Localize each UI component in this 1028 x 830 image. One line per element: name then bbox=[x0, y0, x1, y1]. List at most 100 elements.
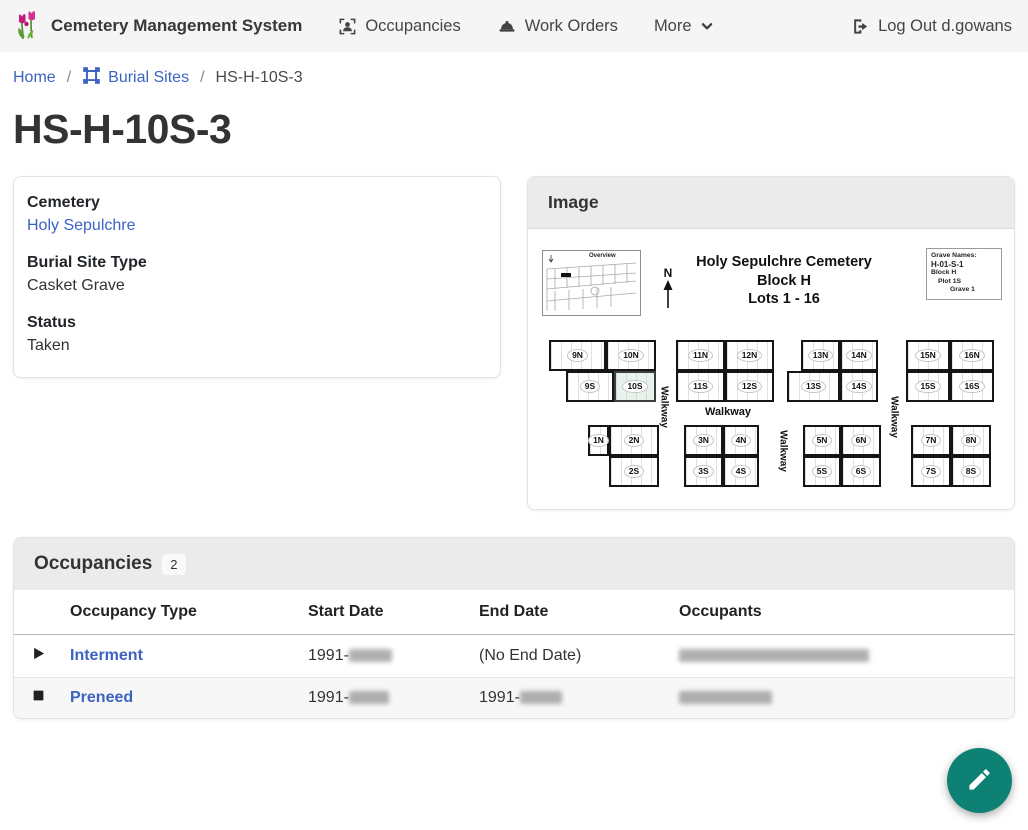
preneed-link[interactable]: Preneed bbox=[70, 689, 133, 706]
main-nav: Occupancies Work Orders More bbox=[338, 17, 713, 36]
legend-line: H-01-S-1 bbox=[931, 261, 997, 270]
plot-cell-4s: 4S bbox=[723, 456, 759, 487]
plot-cell-15n: 15N bbox=[906, 340, 950, 371]
plot-cell-11s: 11S bbox=[676, 371, 725, 402]
plot-cell-5s: 5S bbox=[803, 456, 841, 487]
field-burial-site-type: Burial Site Type Casket Grave bbox=[27, 251, 487, 298]
start-date-value: 1991- bbox=[308, 647, 349, 664]
nav-right: Log Out d.gowans bbox=[851, 17, 1012, 36]
nav-item-work-orders[interactable]: Work Orders bbox=[497, 17, 618, 36]
table-header-row: Occupancy Type Start Date End Date Occup… bbox=[14, 590, 1014, 635]
top-navbar: Cemetery Management System Occupancies bbox=[0, 0, 1028, 52]
grave-names-legend: Grave Names: H-01-S-1 Block H Plot 1S Gr… bbox=[926, 248, 1002, 300]
plot-cell-11n: 11N bbox=[676, 340, 725, 371]
plot-cell-15s: 15S bbox=[906, 371, 950, 402]
interment-link[interactable]: Interment bbox=[70, 647, 143, 664]
plot-cell-9n: 9N bbox=[549, 340, 606, 371]
cemetery-link[interactable]: Holy Sepulchre bbox=[27, 217, 136, 234]
plot-cell-1n: 1N bbox=[588, 425, 609, 456]
hard-hat-icon bbox=[497, 17, 517, 36]
chevron-down-icon bbox=[700, 19, 714, 33]
plot-cell-10n: 10N bbox=[606, 340, 656, 371]
burial-site-details-card: Cemetery Holy Sepulchre Burial Site Type… bbox=[13, 176, 501, 378]
status-icon-column bbox=[14, 590, 62, 635]
image-card-header: Image bbox=[528, 177, 1014, 229]
cemetery-label: Cemetery bbox=[27, 191, 487, 214]
occupancies-icon bbox=[338, 17, 357, 36]
logout-link[interactable]: Log Out d.gowans bbox=[851, 17, 1012, 36]
walkway-label: Walkway bbox=[659, 386, 670, 428]
occupancies-section: Occupancies 2 Occupancy Type Start Date … bbox=[13, 537, 1015, 719]
plot-cell-16s: 16S bbox=[950, 371, 994, 402]
plot-cell-8s: 8S bbox=[951, 456, 991, 487]
plot-cell-14s: 14S bbox=[840, 371, 878, 402]
redacted-text bbox=[349, 691, 389, 704]
cemetery-block-map: Overview N bbox=[542, 243, 1002, 495]
stop-icon bbox=[32, 689, 45, 706]
plot-cell-12s: 12S bbox=[725, 371, 774, 402]
plot-cell-7n: 7N bbox=[911, 425, 951, 456]
logout-label: Log Out d.gowans bbox=[878, 17, 1012, 36]
map-title-line3: Lots 1 - 16 bbox=[654, 290, 914, 309]
burial-site-icon bbox=[82, 66, 101, 90]
map-title: Holy Sepulchre Cemetery Block H Lots 1 -… bbox=[654, 253, 914, 309]
plot-cell-7s: 7S bbox=[911, 456, 951, 487]
column-occupants: Occupants bbox=[671, 590, 1014, 635]
occupancies-table: Occupancy Type Start Date End Date Occup… bbox=[14, 590, 1014, 718]
start-date-value: 1991- bbox=[308, 689, 349, 706]
image-card-body: Overview N bbox=[528, 229, 1014, 509]
column-start-date: Start Date bbox=[300, 590, 471, 635]
nav-label-more: More bbox=[654, 17, 692, 36]
plot-cell-5n: 5N bbox=[803, 425, 841, 456]
walkway-label: Walkway bbox=[705, 406, 751, 418]
brand-home-link[interactable]: Cemetery Management System bbox=[16, 8, 302, 45]
walkway-label: Walkway bbox=[778, 430, 789, 472]
breadcrumb-burial-sites-link[interactable]: Burial Sites bbox=[82, 66, 189, 90]
plot-cell-8n: 8N bbox=[951, 425, 991, 456]
plot-cell-2n: 2N bbox=[609, 425, 659, 456]
burial-site-type-label: Burial Site Type bbox=[27, 251, 487, 274]
plot-cell-14n: 14N bbox=[840, 340, 878, 371]
walkway-label: Walkway bbox=[889, 396, 900, 438]
breadcrumb-home-link[interactable]: Home bbox=[13, 69, 56, 87]
edit-fab-button[interactable] bbox=[947, 748, 1012, 813]
plot-cell-13n: 13N bbox=[801, 340, 840, 371]
nav-item-occupancies[interactable]: Occupancies bbox=[338, 17, 460, 36]
field-cemetery: Cemetery Holy Sepulchre bbox=[27, 191, 487, 238]
end-date-value: (No End Date) bbox=[479, 647, 581, 664]
burial-site-type-value: Casket Grave bbox=[27, 274, 487, 298]
status-label: Status bbox=[27, 311, 487, 334]
map-title-line1: Holy Sepulchre Cemetery bbox=[654, 253, 914, 272]
nav-label-work-orders: Work Orders bbox=[525, 17, 618, 36]
occupancy-row-interment: Interment 1991- (No End Date) bbox=[14, 635, 1014, 678]
image-card: Image Overview bbox=[527, 176, 1015, 510]
plot-cell-12n: 12N bbox=[725, 340, 774, 371]
plot-cell-16n: 16N bbox=[950, 340, 994, 371]
column-occupancy-type: Occupancy Type bbox=[62, 590, 300, 635]
overview-inset: Overview bbox=[542, 250, 641, 316]
nav-item-more[interactable]: More bbox=[654, 17, 714, 36]
plot-cell-13s: 13S bbox=[787, 371, 840, 402]
overview-label: Overview bbox=[589, 253, 616, 259]
legend-line: Plot 1S bbox=[931, 278, 997, 287]
redacted-text bbox=[679, 649, 869, 662]
plot-cell-10s: 10S bbox=[614, 371, 656, 402]
plot-cell-6s: 6S bbox=[841, 456, 881, 487]
logout-icon bbox=[851, 17, 870, 36]
end-date-value: 1991- bbox=[479, 689, 520, 706]
legend-line: Block H bbox=[931, 269, 997, 278]
occupancies-title: Occupancies bbox=[34, 553, 152, 575]
tulip-logo-icon bbox=[16, 8, 42, 45]
status-value: Taken bbox=[27, 334, 487, 358]
play-icon bbox=[31, 648, 46, 665]
plot-cell-6n: 6N bbox=[841, 425, 881, 456]
redacted-text bbox=[520, 691, 562, 704]
nav-label-occupancies: Occupancies bbox=[365, 17, 460, 36]
breadcrumb: Home / Burial Sites / HS-H-10S-3 bbox=[0, 52, 1028, 90]
plot-cell-3s: 3S bbox=[684, 456, 723, 487]
redacted-text bbox=[679, 691, 772, 704]
page-title: HS-H-10S-3 bbox=[13, 106, 1028, 153]
cards-row: Cemetery Holy Sepulchre Burial Site Type… bbox=[13, 176, 1015, 510]
map-title-line2: Block H bbox=[654, 272, 914, 291]
column-end-date: End Date bbox=[471, 590, 671, 635]
